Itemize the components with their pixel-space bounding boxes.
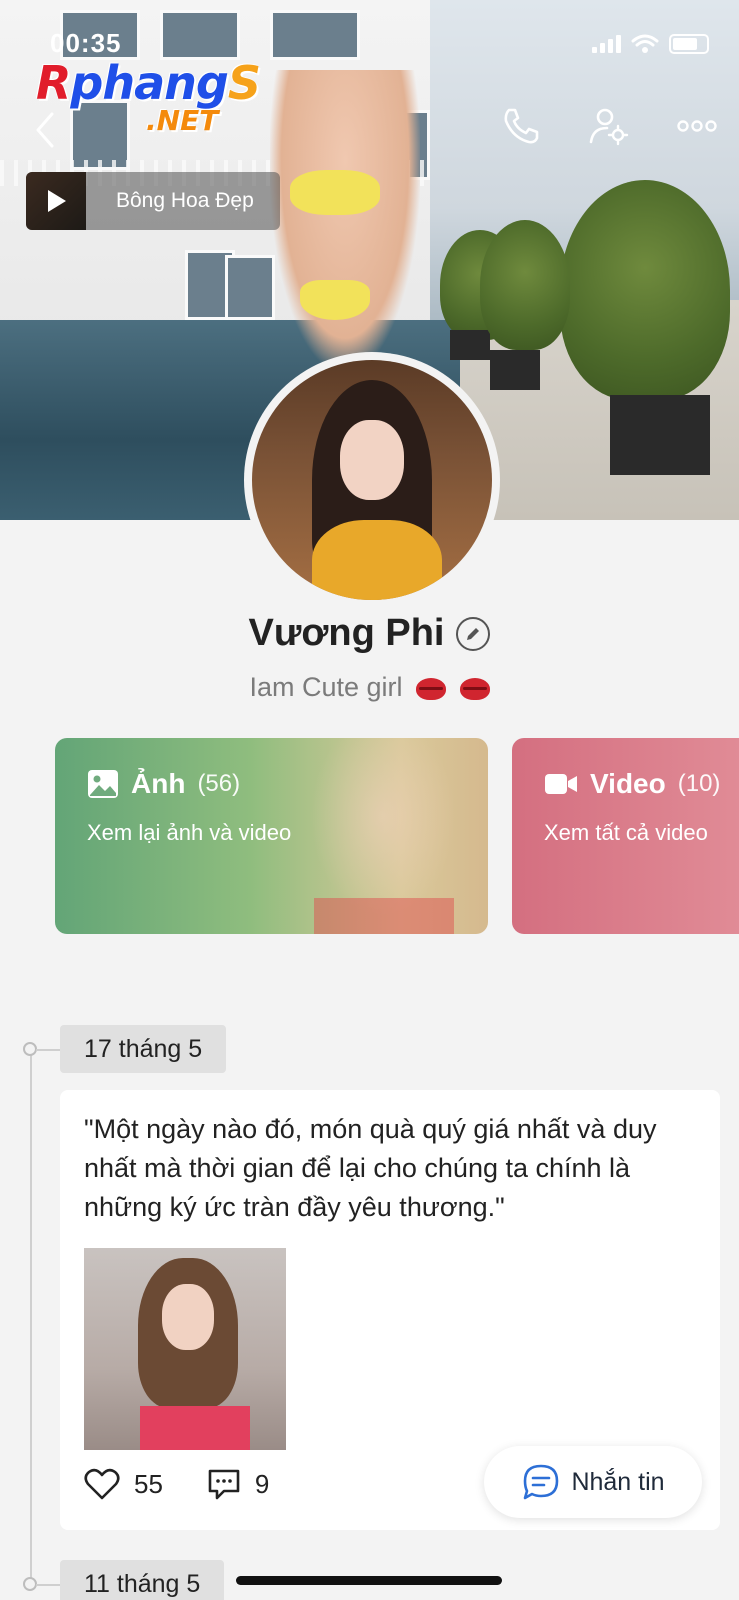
timeline-line [30, 1048, 32, 1588]
home-indicator[interactable] [236, 1576, 502, 1585]
back-icon[interactable] [28, 110, 64, 150]
photos-label: Ảnh [131, 768, 186, 799]
profile-name: Vương Phi [248, 612, 445, 654]
chat-icon [524, 1464, 559, 1500]
videos-card[interactable]: Video (10) Xem tất cả video [512, 738, 739, 934]
phone-icon[interactable] [499, 104, 543, 148]
video-camera-icon [545, 774, 577, 794]
photos-count: (56) [197, 770, 241, 797]
music-thumbnail [26, 172, 86, 230]
date-chip: 11 tháng 5 [60, 1560, 225, 1600]
photos-subtitle: Xem lại ảnh và video [87, 820, 292, 845]
profile-bio: Iam Cute girl [0, 672, 739, 703]
timeline-dot [23, 1577, 37, 1591]
comment-icon[interactable] [207, 1468, 241, 1500]
lips-emoji [416, 677, 447, 700]
more-icon[interactable] [675, 104, 719, 148]
comment-action[interactable]: 9 [207, 1468, 269, 1500]
videos-subtitle: Xem tất cả video [544, 820, 708, 845]
watermark-logo: RphangS .NET [36, 56, 261, 137]
heart-icon[interactable] [84, 1468, 120, 1500]
user-settings-icon[interactable] [587, 104, 631, 148]
signal-icon [592, 35, 621, 53]
timeline-dot [23, 1042, 37, 1056]
profile-music[interactable]: Bông Hoa Đẹp [26, 172, 280, 230]
photos-card[interactable]: Ảnh (56) Xem lại ảnh và video [55, 738, 488, 934]
message-button[interactable]: Nhắn tin [484, 1446, 702, 1518]
post-photo[interactable] [84, 1248, 286, 1450]
lips-emoji [459, 677, 490, 700]
profile-name-row: Vương Phi [0, 612, 739, 655]
comment-count: 9 [254, 1468, 270, 1499]
post-text: "Một ngày nào đó, món quà quý giá nhất v… [84, 1114, 657, 1222]
bio-text: Iam Cute girl [249, 672, 403, 702]
wifi-icon [631, 34, 659, 53]
image-icon [88, 770, 118, 798]
cover-figure [270, 70, 420, 370]
music-title: Bông Hoa Đẹp [116, 189, 254, 212]
message-button-label: Nhắn tin [571, 1467, 665, 1496]
like-count: 55 [134, 1468, 163, 1499]
videos-count: (10) [677, 770, 721, 797]
edit-icon[interactable] [456, 616, 491, 651]
like-action[interactable]: 55 [84, 1468, 163, 1500]
play-icon[interactable] [48, 190, 66, 212]
status-time: 00:35 [50, 28, 122, 58]
date-chip: 17 tháng 5 [60, 1025, 227, 1073]
avatar[interactable] [252, 360, 492, 600]
battery-icon [669, 34, 709, 54]
videos-label: Video [590, 768, 666, 799]
